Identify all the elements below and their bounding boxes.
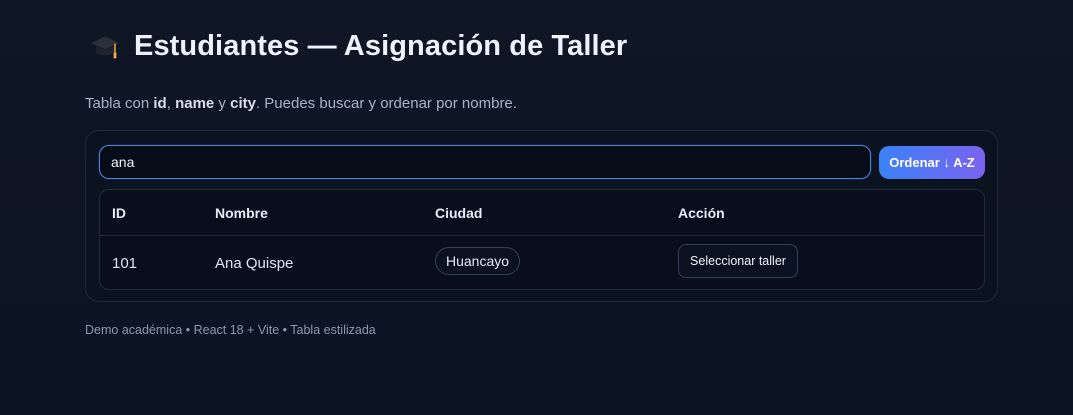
column-header-city[interactable]: Ciudad — [435, 205, 482, 221]
table-row: 101 Ana Quispe Huancayo Seleccionar tall… — [100, 236, 984, 289]
footer-text: Demo académica • React 18 + Vite • Tabla… — [85, 323, 376, 337]
column-header-id[interactable]: ID — [112, 205, 126, 221]
sort-az-button[interactable]: Ordenar ↓ A-Z — [879, 146, 985, 179]
page-subtitle: Tabla con id, name y city. Puedes buscar… — [85, 95, 517, 112]
cell-name: Ana Quispe — [215, 255, 294, 272]
cell-id: 101 — [112, 255, 138, 272]
subtitle-separator: y — [214, 95, 231, 112]
search-input[interactable] — [99, 145, 871, 179]
select-workshop-button[interactable]: Seleccionar taller — [678, 244, 798, 278]
page-header: Estudiantes — Asignación de Taller — [88, 26, 627, 66]
subtitle-prefix: Tabla con — [85, 95, 154, 112]
students-card: Ordenar ↓ A-Z ID Nombre Ciudad Acción 10… — [85, 130, 998, 302]
subtitle-field-city: city — [230, 95, 256, 112]
subtitle-suffix: . Puedes buscar y ordenar por nombre. — [255, 95, 517, 112]
subtitle-field-id: id — [153, 95, 167, 112]
column-header-name[interactable]: Nombre — [215, 205, 268, 221]
subtitle-separator: , — [166, 95, 176, 112]
table-header: ID Nombre Ciudad Acción — [100, 190, 984, 236]
city-badge: Huancayo — [435, 247, 521, 275]
graduation-cap-icon — [88, 29, 122, 63]
page-title: Estudiantes — Asignación de Taller — [134, 29, 628, 62]
students-table: ID Nombre Ciudad Acción 101 Ana Quispe H… — [99, 189, 985, 290]
subtitle-field-name: name — [175, 95, 215, 112]
column-header-action[interactable]: Acción — [678, 205, 725, 221]
